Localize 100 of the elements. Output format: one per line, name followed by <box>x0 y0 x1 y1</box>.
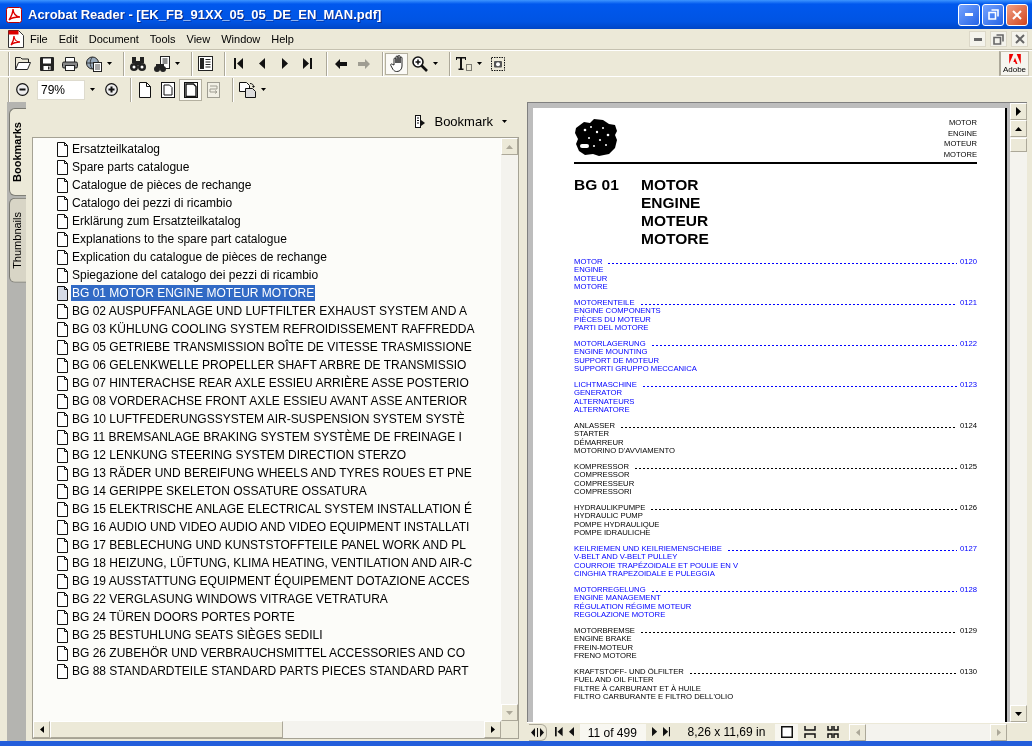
bookmark-item[interactable]: BG 13 RÄDER UND BEREIFUNG WHEELS AND TYRES ROUES ET PNE <box>71 465 473 481</box>
bookmark-item[interactable]: BG 07 HINTERACHSE REAR AXLE ESSIEU ARRIÈRE ASSE POSTERIO <box>71 375 470 391</box>
text-select-icon[interactable] <box>456 56 472 71</box>
bookmark-options-button[interactable]: Bookmark <box>413 111 509 131</box>
bookmark-item[interactable]: BG 25 BESTUHLUNG SEATS SIÈGES SEDILI <box>71 627 324 643</box>
side-tab[interactable]: Bookmarks <box>9 108 26 196</box>
caret-icon[interactable] <box>261 88 266 91</box>
scroll-right-button[interactable] <box>484 721 501 738</box>
menu-item[interactable]: Window <box>216 32 266 46</box>
logo-button[interactable]: Adobe <box>999 51 1029 76</box>
continuous-pages-icon[interactable] <box>803 726 816 738</box>
bookmark-item[interactable]: BG 18 HEIZUNG, LÜFTUNG, KLIMA HEATING, VENTILATION AND AIR-C <box>71 555 474 571</box>
page-icon <box>57 393 68 409</box>
scrollbar-thumb[interactable] <box>1010 138 1027 152</box>
bookmark-item[interactable]: BG 16 AUDIO UND VIDEO AUDIO AND VIDEO EQUIPMENT INSTALLATI <box>71 519 471 535</box>
zoom-in-icon[interactable] <box>105 83 118 96</box>
bookmark-item[interactable]: BG 24 TÜREN DOORS PORTES PORTE <box>71 609 296 625</box>
bookmark-item[interactable]: Catalogo dei pezzi di ricambio <box>71 195 234 211</box>
caret-icon[interactable] <box>477 62 482 65</box>
single-page-button[interactable] <box>775 723 799 741</box>
menu-item[interactable]: Edit <box>53 32 83 46</box>
caret-icon[interactable] <box>502 119 507 123</box>
bookmark-item[interactable]: Spare parts catalogue <box>71 159 191 175</box>
resize-arrows-icon[interactable] <box>531 727 544 737</box>
skip-back-icon[interactable] <box>234 58 243 69</box>
zoom-field[interactable]: 79% <box>37 79 85 100</box>
bookmark-item[interactable]: BG 22 VERGLASUNG WINDOWS VITRAGE VETRATURA <box>71 591 389 607</box>
left-triangle-icon[interactable] <box>258 58 265 69</box>
menu-item[interactable]: View <box>181 32 216 46</box>
minimize-document-button[interactable] <box>969 31 986 47</box>
skip-back-icon[interactable] <box>555 727 563 737</box>
left-arrow-icon[interactable] <box>334 58 347 69</box>
bookmark-item[interactable]: Catalogue de pièces de rechange <box>71 177 253 193</box>
menu-item[interactable]: Tools <box>144 32 181 46</box>
menu-item[interactable]: Help <box>266 32 299 46</box>
bookmark-item[interactable]: BG 02 AUSPUFFANLAGE UND LUFTFILTER EXHAUST SYSTEM AND A <box>71 303 468 319</box>
left-triangle-icon[interactable] <box>568 727 574 737</box>
caret-icon[interactable] <box>90 88 95 91</box>
bookmark-item[interactable]: Spiegazione del catalogo dei pezzi di ricambio <box>71 267 320 283</box>
logo-icon[interactable] <box>1008 54 1021 64</box>
bookmark-item[interactable]: BG 11 BREMSANLAGE BRAKING SYSTEM SYSTÈME DE FREINAGE I <box>71 429 463 445</box>
bookmark-item[interactable]: Explication du catalogue de pièces de rechange <box>71 249 328 265</box>
bookmark-item[interactable]: BG 05 GETRIEBE TRANSMISSION BOÎTE DE VITESSE TRASMISSIONE <box>71 339 473 355</box>
bookmark-item[interactable]: BG 17 BEBLECHUNG UND KUNSTSTOFFTEILE PANEL WORK AND PL <box>71 537 467 553</box>
bookmark-item[interactable]: BG 10 LUFTFEDERUNGSSYSTEM AIR-SUSPENSION SYSTEM SYSTÈ <box>71 411 466 427</box>
rotate-icon[interactable] <box>239 81 256 98</box>
bookmark-item[interactable]: BG 14 GERIPPE SKELETON OSSATURE OSSATURA <box>71 483 368 499</box>
right-triangle-icon[interactable] <box>651 727 657 737</box>
bookmark-item[interactable]: BG 26 ZUBEHÖR UND VERBRAUCHSMITTEL ACCESSORIES AND CO <box>71 645 466 661</box>
scroll-left-button[interactable] <box>33 721 50 738</box>
skip-forward-icon[interactable] <box>303 58 312 69</box>
bookmark-item[interactable]: Explanations to the spare part catalogue <box>71 231 288 247</box>
facing-pages-icon[interactable] <box>826 726 839 738</box>
bookmark-item[interactable]: BG 06 GELENKWELLE PROPELLER SHAFT ARBRE DE TRANSMISSIO <box>71 357 468 373</box>
right-arrow-icon[interactable] <box>490 726 495 733</box>
engine-icon <box>575 119 617 156</box>
up-arrow-icon[interactable] <box>1015 126 1022 131</box>
bookmark-item[interactable]: BG 03 KÜHLUNG COOLING SYSTEM REFROIDISSEMENT RAFFREDDA <box>71 321 476 337</box>
menu-item[interactable]: File <box>25 32 53 46</box>
vertical-scrollbar[interactable] <box>1010 103 1027 722</box>
scroll-up-button[interactable] <box>1010 120 1027 137</box>
bookmark-item[interactable]: BG 12 LENKUNG STEERING SYSTEM DIRECTION STERZO <box>71 447 408 463</box>
close-button[interactable] <box>1006 3 1028 26</box>
document-binoculars-icon[interactable] <box>154 55 170 72</box>
bookmark-item[interactable]: BG 19 AUSSTATTUNG EQUIPMENT ÉQUIPEMENT DOTAZIONE ACCES <box>71 573 471 589</box>
caret-icon[interactable] <box>433 62 438 65</box>
skip-forward-icon[interactable] <box>662 727 671 737</box>
left-arrow-icon[interactable] <box>39 726 44 733</box>
bookmark-item[interactable]: BG 08 VORDERACHSE FRONT AXLE ESSIEU AVANT ASSE ANTERIOR <box>71 393 469 409</box>
hand-tool-button[interactable] <box>385 52 408 75</box>
bookmark-item[interactable]: BG 88 STANDARDTEILE STANDARD PARTS PIECES STANDARD PART <box>71 663 470 679</box>
minimize-icon[interactable] <box>973 37 982 41</box>
right-triangle-icon[interactable] <box>1016 107 1021 116</box>
bookmark-item[interactable]: BG 01 MOTOR ENGINE MOTEUR MOTORE <box>71 285 316 301</box>
page-icon[interactable] <box>138 81 151 98</box>
zoom-in-icon[interactable] <box>412 55 428 72</box>
scroll-down-button[interactable] <box>1010 705 1027 722</box>
bookmark-item[interactable]: BG 15 ELEKTRISCHE ANLAGE ELECTRICAL SYSTEM INSTALLATION É <box>71 501 473 517</box>
restore-button[interactable] <box>982 3 1004 26</box>
folder-icon[interactable] <box>15 57 31 70</box>
scrollbar-thumb[interactable] <box>50 721 283 738</box>
zoom-out-icon[interactable] <box>16 83 29 96</box>
single-page-icon[interactable] <box>780 726 793 738</box>
caret-icon[interactable] <box>175 62 180 65</box>
pane-toggle-button[interactable] <box>1010 103 1027 120</box>
bookmark-item[interactable]: Ersatzteilkatalog <box>71 141 162 157</box>
caret-icon[interactable] <box>107 62 112 65</box>
page-icon <box>57 249 68 265</box>
minimize-button[interactable] <box>958 3 980 26</box>
menu-item[interactable]: Document <box>83 32 144 46</box>
side-tab[interactable]: Thumbnails <box>9 197 26 283</box>
hand-icon[interactable] <box>390 55 403 72</box>
horizontal-scrollbar[interactable] <box>33 721 501 738</box>
split-button[interactable] <box>529 723 547 741</box>
page-number-field[interactable]: 11 of 499 <box>579 723 646 741</box>
options-icon[interactable] <box>415 114 426 128</box>
down-arrow-icon[interactable] <box>1015 711 1022 716</box>
bookmark-item[interactable]: Erklärung zum Ersatzteilkatalog <box>71 213 242 229</box>
right-triangle-icon[interactable] <box>281 58 288 69</box>
globe-document-icon[interactable] <box>86 55 102 72</box>
